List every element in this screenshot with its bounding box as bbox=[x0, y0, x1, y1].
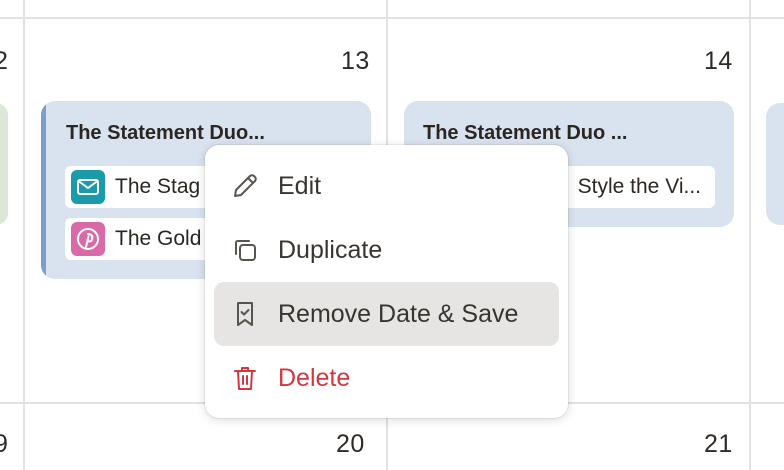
grid-line bbox=[749, 0, 751, 470]
menu-item-label: Delete bbox=[278, 363, 351, 392]
menu-item-edit[interactable]: Edit bbox=[214, 154, 559, 218]
event-item[interactable]: Style the Vi... bbox=[554, 166, 715, 208]
mail-icon bbox=[71, 170, 105, 204]
menu-item-label: Remove Date & Save bbox=[278, 299, 519, 328]
pencil-icon bbox=[230, 171, 260, 201]
menu-item-delete[interactable]: Delete bbox=[214, 346, 559, 410]
bookmark-check-icon bbox=[230, 299, 260, 329]
menu-item-duplicate[interactable]: Duplicate bbox=[214, 218, 559, 282]
trash-icon bbox=[230, 363, 260, 393]
copy-icon bbox=[230, 235, 260, 265]
event-title: The Statement Duo ... bbox=[423, 122, 628, 144]
grid-line bbox=[0, 17, 784, 19]
day-number: 13 bbox=[341, 47, 370, 75]
day-number: 20 bbox=[336, 430, 365, 458]
event-item-label: The Gold bbox=[115, 227, 202, 250]
event-card-partial[interactable] bbox=[766, 103, 784, 225]
menu-item-label: Edit bbox=[278, 171, 322, 200]
event-accent-bar bbox=[41, 101, 46, 279]
event-item-label: Style the Vi... bbox=[577, 175, 701, 198]
pinterest-icon bbox=[71, 222, 105, 256]
menu-item-label: Duplicate bbox=[278, 235, 383, 264]
day-number: 14 bbox=[704, 47, 733, 75]
context-menu: Edit Duplicate Remove Date & Save Delete bbox=[205, 145, 568, 418]
grid-line bbox=[23, 0, 25, 470]
event-card-partial[interactable] bbox=[0, 103, 8, 225]
day-number: 2 bbox=[0, 47, 9, 75]
event-title: The Statement Duo... bbox=[66, 122, 265, 144]
day-number: 9 bbox=[0, 430, 9, 458]
day-number: 21 bbox=[704, 430, 733, 458]
event-item-label: The Stag bbox=[115, 175, 201, 198]
menu-item-remove-date-save[interactable]: Remove Date & Save bbox=[214, 282, 559, 346]
